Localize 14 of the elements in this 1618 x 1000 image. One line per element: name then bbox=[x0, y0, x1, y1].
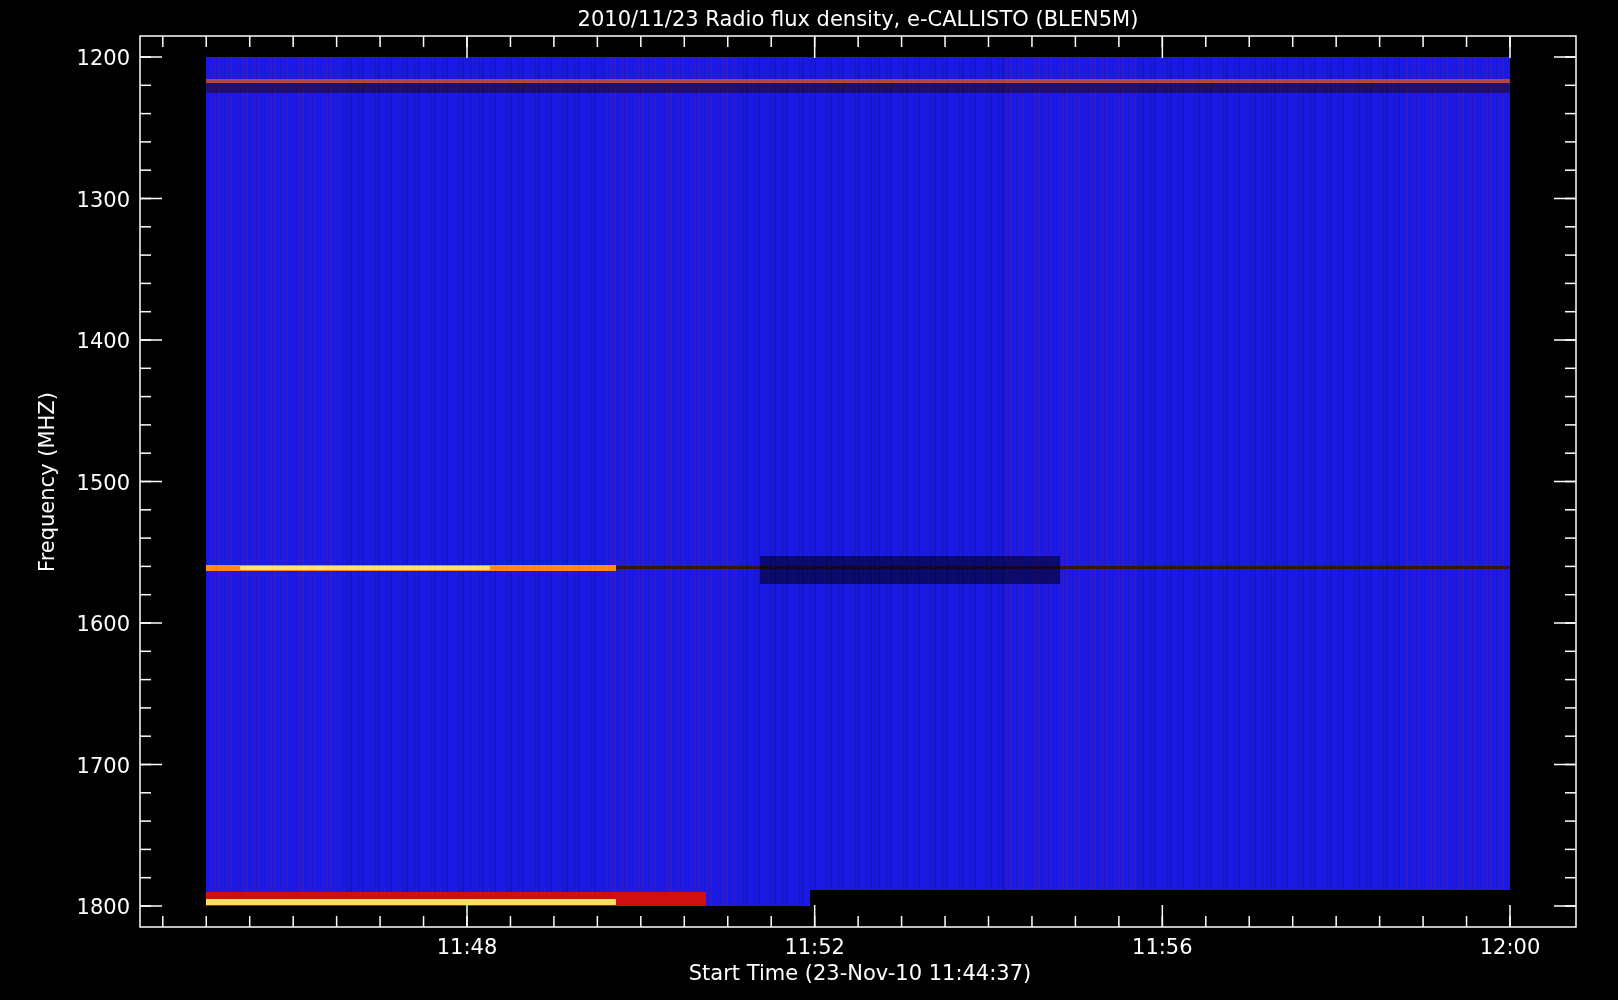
axis-tick-label: 1500 bbox=[76, 470, 130, 495]
axis-title: Start Time (23-Nov-10 11:44:37) bbox=[688, 961, 1032, 985]
axis-tick-label: 1200 bbox=[76, 46, 130, 70]
axis-tick-label: 1700 bbox=[76, 753, 130, 778]
axis-tick-label: 1400 bbox=[76, 329, 130, 353]
axis-tick-label: 11:48 bbox=[436, 935, 498, 959]
axis-title: Frequency (MHZ) bbox=[35, 392, 59, 572]
axis-tick-label: 1800 bbox=[76, 895, 130, 919]
axis-tick-label: 12:00 bbox=[1479, 935, 1541, 959]
axis-tick-label: 11:52 bbox=[784, 935, 845, 959]
axis-tick-label: 1600 bbox=[76, 612, 130, 636]
plot-title: 2010/11/23 Radio flux density, e-CALLISTO (BLEN5M) bbox=[577, 7, 1139, 31]
axis-tick-label: 11:56 bbox=[1132, 935, 1193, 959]
axis-tick-label: 1300 bbox=[76, 187, 130, 212]
